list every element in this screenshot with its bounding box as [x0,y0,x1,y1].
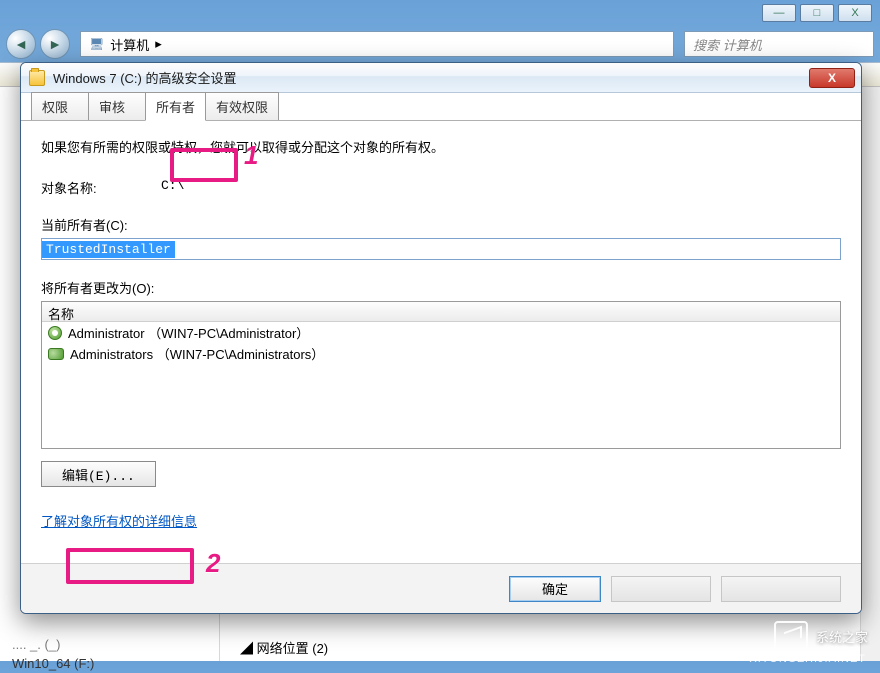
dialog-title: Windows 7 (C:) 的高级安全设置 [53,68,809,87]
tab-strip: 权限 审核 所有者 有效权限 [21,93,861,121]
cancel-button[interactable] [611,576,711,602]
breadcrumb-computer[interactable]: 计算机 [110,35,149,54]
ok-button[interactable]: 确定 [509,576,601,602]
computer-icon: 🖥 [89,37,104,51]
parent-scrollbar[interactable] [860,87,880,661]
tree-item[interactable]: .... _. (_) [12,635,207,654]
tab-permissions[interactable]: 权限 [31,92,89,120]
tab-owner[interactable]: 所有者 [145,92,206,121]
parent-toolbar: ◄ ► 🖥 计算机 ▸ 搜索 计算机 [0,26,880,62]
nav-forward-button[interactable]: ► [40,29,70,59]
parent-close-button[interactable]: X [838,4,872,22]
list-item[interactable]: Administrators （WIN7-PC\Administrators） [42,343,840,364]
tab-owner-panel: 如果您有所需的权限或特权，您就可以取得或分配这个对象的所有权。 对象名称: C:… [21,121,861,613]
network-location-label: ◢ 网络位置 (2) [240,638,328,657]
intro-text: 如果您有所需的权限或特权，您就可以取得或分配这个对象的所有权。 [41,137,841,156]
edit-button[interactable]: 编辑(E)... [41,461,156,487]
search-input[interactable]: 搜索 计算机 [684,31,874,57]
object-name-label: 对象名称: [41,178,161,197]
list-item[interactable]: Administrator （WIN7-PC\Administrator） [42,322,840,343]
object-name-value: C:\ [161,178,184,197]
owner-candidate-name: Administrator （WIN7-PC\Administrator） [68,323,309,342]
owner-candidate-name: Administrators （WIN7-PC\Administrators） [70,344,324,363]
apply-button[interactable] [721,576,841,602]
address-bar[interactable]: 🖥 计算机 ▸ [80,31,674,57]
dialog-body: 权限 审核 所有者 有效权限 如果您有所需的权限或特权，您就可以取得或分配这个对… [21,93,861,613]
watermark-url: XITONGZHIJIA.NET [749,653,866,665]
change-owner-label: 将所有者更改为(O): [41,278,841,297]
current-owner-field[interactable]: TrustedInstaller [41,238,841,260]
parent-minimize-button[interactable]: — [762,4,796,22]
dialog-titlebar[interactable]: Windows 7 (C:) 的高级安全设置 X [21,63,861,93]
advanced-security-dialog: Windows 7 (C:) 的高级安全设置 X 权限 审核 所有者 有效权限 … [20,62,862,614]
tab-effective-permissions[interactable]: 有效权限 [205,92,279,120]
user-icon [48,326,62,340]
tab-auditing[interactable]: 审核 [88,92,146,120]
parent-titlebar: — □ X [0,0,880,26]
group-icon [48,348,64,360]
dialog-close-button[interactable]: X [809,68,855,88]
parent-maximize-button[interactable]: □ [800,4,834,22]
breadcrumb-chevron-icon: ▸ [155,36,162,52]
dialog-footer: 确定 [21,563,861,613]
nav-back-button[interactable]: ◄ [6,29,36,59]
owner-candidates-list[interactable]: 名称 Administrator （WIN7-PC\Administrator）… [41,301,841,449]
list-column-name[interactable]: 名称 [42,302,840,322]
learn-ownership-link[interactable]: 了解对象所有权的详细信息 [41,511,197,530]
current-owner-value: TrustedInstaller [42,241,175,258]
folder-icon [29,70,45,86]
tree-item[interactable]: Win10_64 (F:) [12,654,207,673]
current-owner-label: 当前所有者(C): [41,215,841,234]
